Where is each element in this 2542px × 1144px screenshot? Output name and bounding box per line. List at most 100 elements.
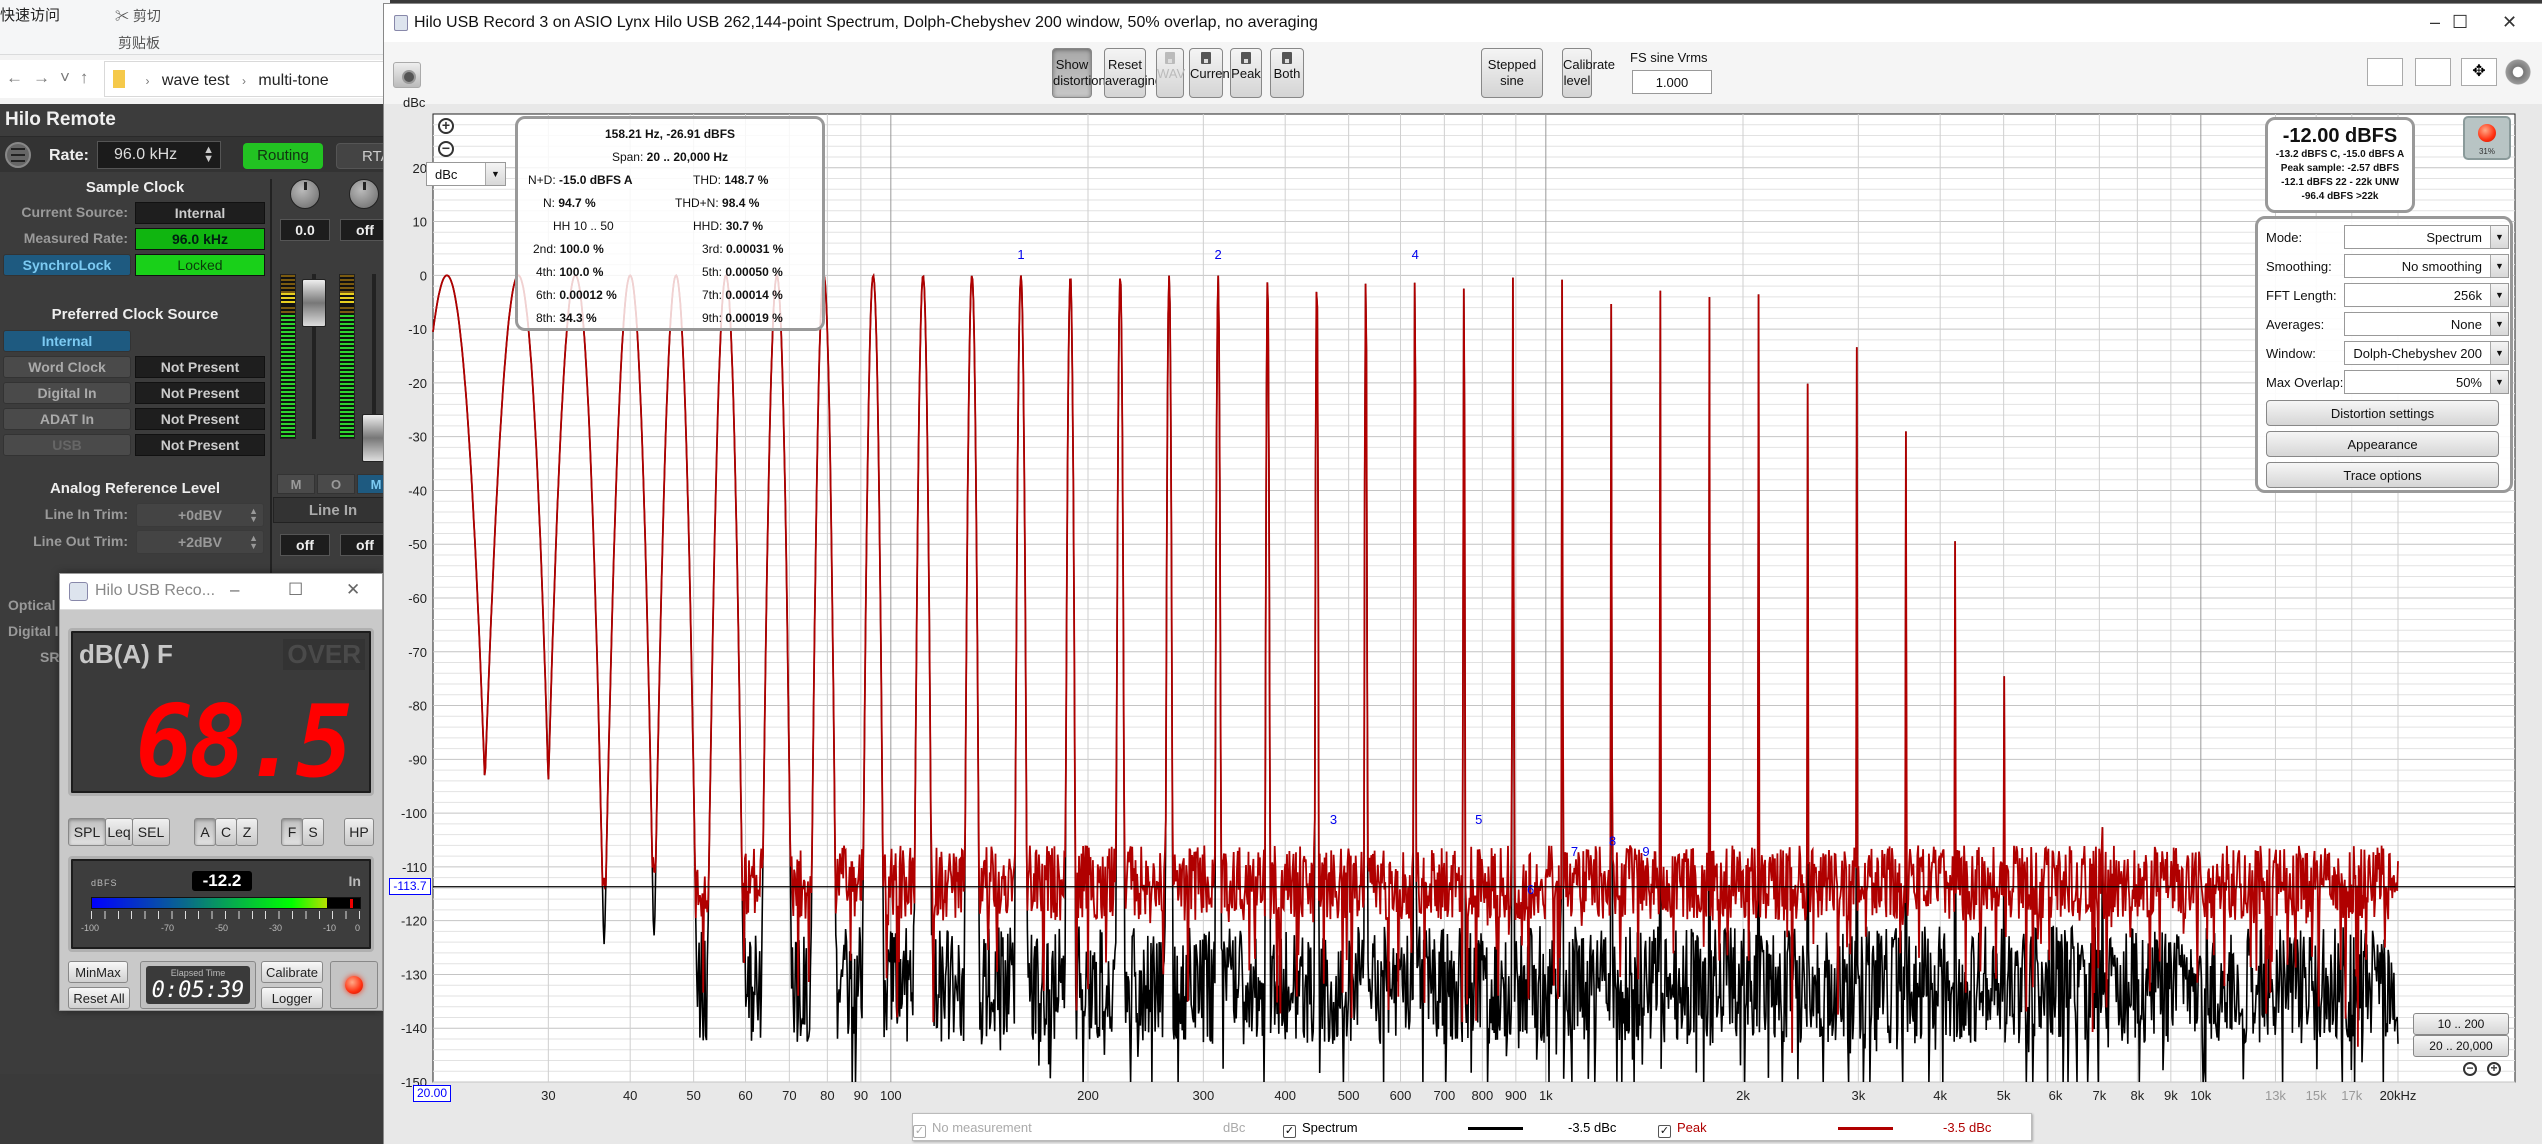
y-tick-label: -20	[408, 376, 427, 391]
y-tick-label: 20	[413, 161, 427, 176]
level-line: -13.2 dBFS C, -15.0 dBFS A	[2275, 149, 2405, 160]
level-line: Peak sample: -2.57 dBFS	[2280, 163, 2400, 174]
max-overlap-select[interactable]: 50% ▼	[2344, 370, 2509, 394]
x-tick-label: 1k	[1539, 1088, 1553, 1103]
range-10-200-button[interactable]: 10 .. 200	[2413, 1013, 2509, 1035]
harmonic-marker-label: 7	[1571, 844, 1578, 859]
span-readout: Span: 20 .. 20,000 Hz	[518, 150, 822, 164]
y-tick-label: -60	[408, 591, 427, 606]
n-label: N:	[543, 196, 555, 210]
setting-value: Dolph-Chebyshev 200	[2353, 346, 2482, 361]
legend-label: No measurement	[932, 1120, 1032, 1135]
setting-averages: Averages: None ▼	[2266, 312, 2509, 336]
level-line: -96.4 dBFS >22k	[2301, 191, 2379, 202]
dropdown-arrow-icon: ▼	[2490, 342, 2508, 364]
checkbox-icon: ✓	[913, 1125, 926, 1138]
h8-label: 8th:	[536, 311, 557, 325]
dropdown-arrow-icon: ▼	[2490, 284, 2508, 306]
h3-value: 0.00031 %	[726, 242, 784, 256]
fft-length-select[interactable]: 256k ▼	[2344, 283, 2509, 307]
y-tick-label: -110	[402, 860, 427, 875]
h6-label: 6th:	[536, 288, 557, 302]
x-tick-label: 100	[880, 1088, 902, 1103]
record-led-icon	[2478, 124, 2496, 142]
dropdown-arrow-icon: ▼	[485, 163, 505, 185]
x-zoom-out-icon[interactable]: −	[2463, 1062, 2477, 1076]
checkbox-icon: ✓	[1283, 1125, 1296, 1138]
capture-record-button[interactable]: 31%	[2463, 116, 2511, 160]
setting-mode: Mode: Spectrum ▼	[2266, 225, 2509, 249]
harmonic-marker-label: 3	[1330, 812, 1337, 827]
legend-spectrum[interactable]: ✓ Spectrum	[1283, 1120, 1358, 1138]
averages-select[interactable]: None ▼	[2344, 312, 2509, 336]
x-tick-label: 90	[854, 1088, 868, 1103]
harmonic-marker-label: 1	[1017, 247, 1024, 262]
harmonic-marker-label: 8	[1609, 833, 1616, 848]
x-tick-label: 900	[1505, 1088, 1527, 1103]
window-select[interactable]: Dolph-Chebyshev 200 ▼	[2344, 341, 2509, 365]
unit-select[interactable]: dBc ▼	[426, 162, 506, 186]
x-tick-label: 9k	[2164, 1088, 2178, 1103]
smoothing-select[interactable]: No smoothing ▼	[2344, 254, 2509, 278]
spectrum-legend-line	[1468, 1127, 1523, 1130]
span-label: Span:	[611, 150, 644, 164]
zoom-out-icon[interactable]: −	[438, 141, 454, 157]
setting-label: Mode:	[2266, 230, 2303, 245]
y-tick-label: -70	[408, 645, 427, 660]
setting-value: None	[2450, 317, 2482, 332]
setting-label: Max Overlap:	[2266, 375, 2344, 390]
appearance-button[interactable]: Appearance	[2266, 431, 2499, 457]
x-tick-label: 13k	[2265, 1088, 2286, 1103]
legend-unit: dBc	[1223, 1120, 1246, 1135]
dropdown-arrow-icon: ▼	[2490, 226, 2508, 248]
x-zoom-in-icon[interactable]: +	[2487, 1062, 2501, 1076]
legend-no-measurement[interactable]: ✓ No measurement	[913, 1120, 1032, 1138]
h2-value: 100.0 %	[559, 242, 604, 256]
y-tick-label: -40	[408, 483, 427, 498]
setting-label: Window:	[2266, 346, 2316, 361]
y-tick-label: -120	[401, 914, 427, 929]
h5-label: 5th:	[702, 265, 723, 279]
setting-window: Window: Dolph-Chebyshev 200 ▼	[2266, 341, 2509, 365]
range-20-20000-button[interactable]: 20 .. 20,000	[2413, 1035, 2509, 1057]
level-readout-box: -12.00 dBFS -13.2 dBFS C, -15.0 dBFS A P…	[2265, 117, 2415, 213]
x-tick-label: 400	[1274, 1088, 1296, 1103]
harmonic-marker-label: 6	[1527, 882, 1534, 897]
spectrum-chart[interactable]: dBc 20100-10-20-30-40-50-60-70-80-90-100…	[0, 0, 2542, 1144]
distortion-info-box: 158.21 Hz, -26.91 dBFS Span: 20 .. 20,00…	[515, 116, 825, 331]
h9-label: 9th:	[702, 311, 723, 325]
nd-value: -15.0 dBFS A	[559, 173, 633, 187]
zoom-in-icon[interactable]: +	[438, 118, 454, 134]
distortion-settings-button[interactable]: Distortion settings	[2266, 400, 2499, 426]
x-tick-label: 5k	[1997, 1088, 2011, 1103]
setting-label: Averages:	[2266, 317, 2325, 332]
h4-label: 4th:	[536, 265, 557, 279]
setting-label: Smoothing:	[2266, 259, 2332, 274]
x-tick-label: 70	[782, 1088, 796, 1103]
y-unit-label: dBc	[403, 95, 426, 110]
x-tick-label: 50	[686, 1088, 700, 1103]
h5-value: 0.00050 %	[725, 265, 783, 279]
y-tick-label: -30	[408, 430, 427, 445]
x-tick-label: 7k	[2092, 1088, 2106, 1103]
x-tick-label: 4k	[1933, 1088, 1947, 1103]
harmonic-marker-label: 9	[1642, 844, 1649, 859]
hh-range: HH 10 .. 50	[553, 219, 614, 233]
setting-value: 256k	[2453, 288, 2482, 303]
x-tick-label: 3k	[1851, 1088, 1865, 1103]
trace-legend: ✓ No measurement dBc ✓ Spectrum -3.5 dBc ✓…	[912, 1113, 2032, 1141]
level-line: -12.1 dBFS 22 - 22k UNW	[2281, 177, 2399, 188]
harmonic-marker-label: 2	[1215, 247, 1222, 262]
span-value: 20 .. 20,000 Hz	[646, 150, 729, 164]
h4-value: 100.0 %	[559, 265, 604, 279]
setting-value: Spectrum	[2426, 230, 2482, 245]
setting-label: FFT Length:	[2266, 288, 2337, 303]
mode-select[interactable]: Spectrum ▼	[2344, 225, 2509, 249]
peak-legend-line	[1838, 1127, 1893, 1130]
trace-options-button[interactable]: Trace options	[2266, 462, 2499, 488]
x-tick-label: 60	[738, 1088, 752, 1103]
x-tick-label: 30	[541, 1088, 555, 1103]
thdn-value: 98.4 %	[722, 196, 760, 210]
legend-peak[interactable]: ✓ Peak	[1658, 1120, 1707, 1138]
x-tick-label: 2k	[1736, 1088, 1750, 1103]
